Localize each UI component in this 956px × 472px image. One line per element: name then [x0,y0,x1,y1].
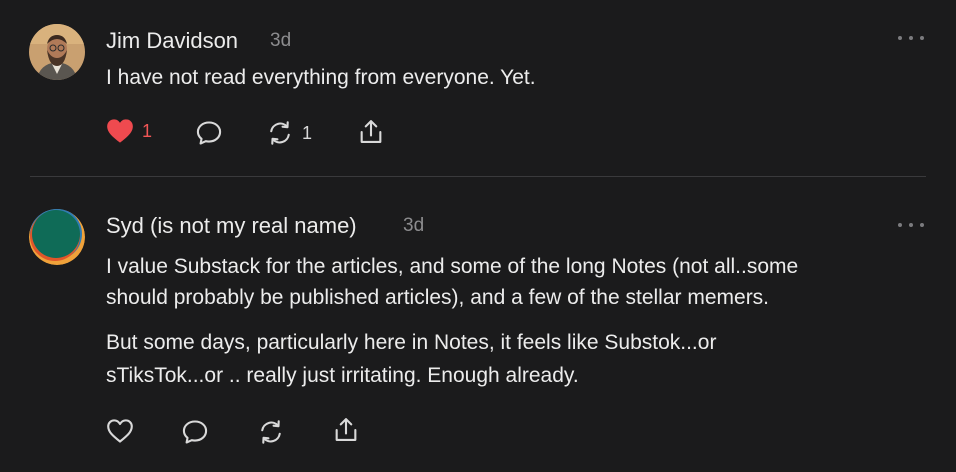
comment-button[interactable] [181,418,209,446]
note-body-line: I value Substack for the articles, and s… [106,255,799,278]
more-options-icon[interactable] [898,220,924,230]
share-button[interactable] [332,416,360,444]
share-icon [335,418,357,441]
note-body-line: But some days, particularly here in Note… [106,331,717,354]
restack-icon [261,420,281,444]
comment-icon [182,420,208,444]
note-syd: Syd (is not my real name) 3d I value Sub… [0,0,956,472]
timestamp[interactable]: 3d [403,215,424,237]
note-body-line: sTiksTok...or .. really just irritating.… [106,364,579,387]
like-button[interactable] [106,418,142,444]
restack-button[interactable] [257,418,293,446]
heart-outline-icon [107,419,133,443]
note-body-line: should probably be published articles), … [106,286,770,309]
author-avatar[interactable] [29,209,85,265]
author-name[interactable]: Syd (is not my real name) [106,213,357,239]
